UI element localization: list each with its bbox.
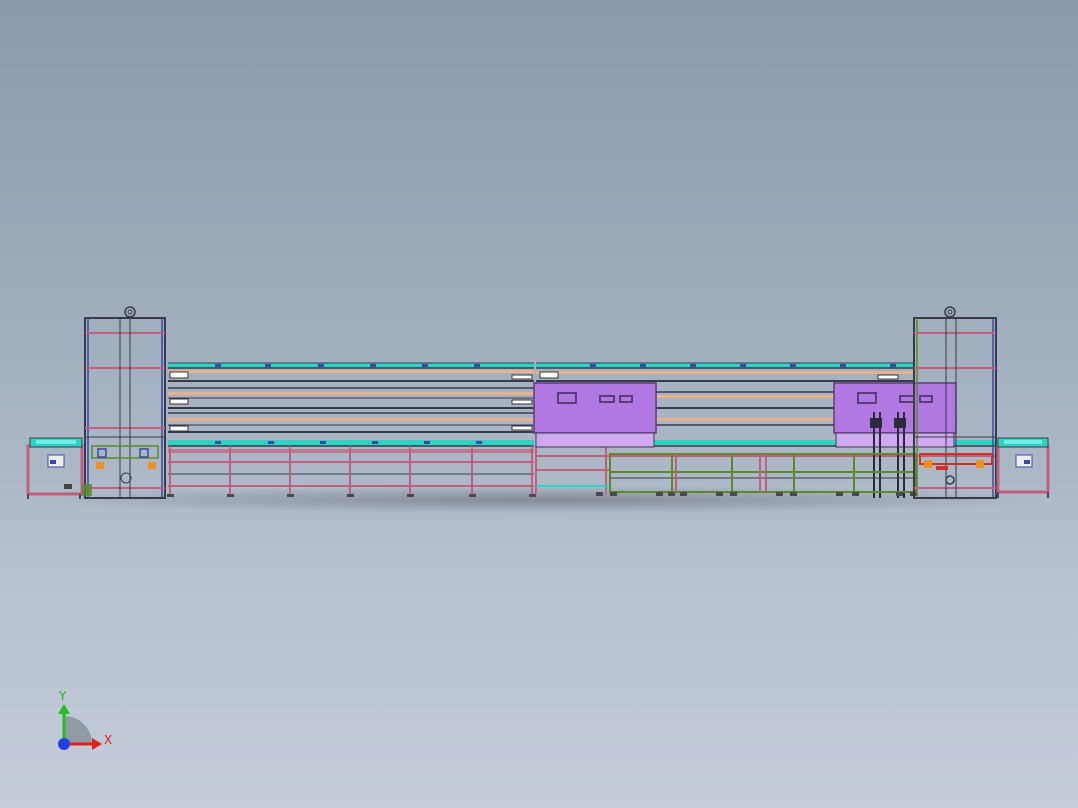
- assembly-drawing[interactable]: Y X: [0, 0, 1078, 808]
- left-conveyor-section[interactable]: [167, 362, 536, 497]
- cad-viewport[interactable]: Y X: [0, 0, 1078, 808]
- right-control-cabinet[interactable]: [833, 382, 957, 498]
- left-end-station[interactable]: [26, 437, 84, 499]
- y-axis-label: Y: [58, 689, 67, 703]
- right-end-station[interactable]: [996, 437, 1050, 498]
- green-base-frame[interactable]: [609, 453, 917, 493]
- z-axis-dot: [58, 738, 70, 750]
- x-axis-label: X: [104, 733, 112, 747]
- coordinate-triad: Y X: [58, 689, 112, 750]
- left-elevator-tower[interactable]: [82, 306, 166, 499]
- left-control-cabinet[interactable]: [533, 382, 657, 448]
